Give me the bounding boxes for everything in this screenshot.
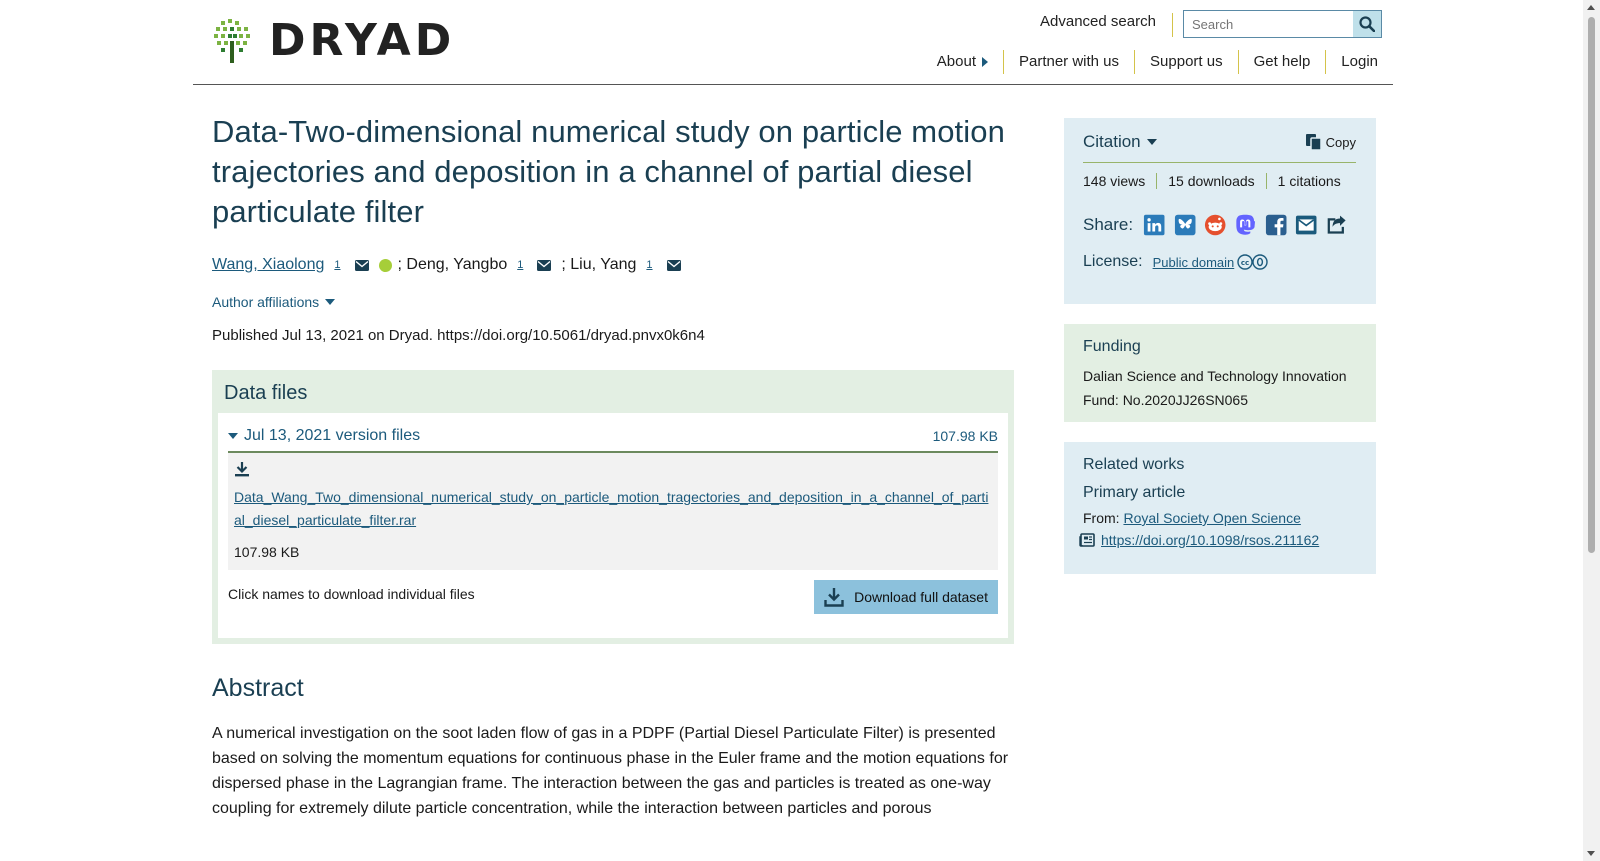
tree-logo-icon	[214, 18, 250, 63]
related-source: From: Royal Society Open Science	[1083, 510, 1356, 526]
journal-link[interactable]: Royal Society Open Science	[1123, 510, 1300, 526]
scroll-down-icon[interactable]	[1587, 851, 1595, 856]
version-label-text: Jul 13, 2021 version files	[244, 427, 421, 444]
newspaper-icon	[1079, 533, 1095, 547]
related-doi: https://doi.org/10.1098/rsos.211162	[1079, 532, 1356, 548]
author-name: Deng, Yangbo	[406, 256, 508, 273]
mastodon-icon[interactable]	[1234, 213, 1256, 237]
download-hint: Click names to download individual files	[228, 586, 475, 602]
chevron-down-icon	[228, 433, 238, 439]
publication-info: Published Jul 13, 2021 on Dryad. https:/…	[212, 327, 705, 344]
version-size: 107.98 KB	[932, 428, 998, 444]
nav-partner[interactable]: Partner with us	[1002, 50, 1134, 74]
citation-header: Citation Copy	[1083, 132, 1356, 163]
share-row: Share:	[1083, 213, 1356, 237]
email-share-icon[interactable]	[1295, 213, 1317, 237]
vertical-scrollbar[interactable]	[1583, 0, 1600, 861]
nav-about-label: About	[936, 53, 976, 70]
license-link[interactable]: Public domain	[1153, 255, 1235, 270]
metrics: 148 views 15 downloads 1 citations	[1083, 173, 1356, 189]
author-name: Liu, Yang	[570, 256, 637, 273]
page-title: Data-Two-dimensional numerical study on …	[212, 114, 1005, 229]
nav-login[interactable]: Login	[1325, 50, 1393, 74]
author-separator: ;	[397, 256, 402, 273]
facebook-icon[interactable]	[1265, 213, 1287, 237]
download-icon[interactable]	[234, 461, 250, 477]
file-item: Data_Wang_Two_dimensional_numerical_stud…	[228, 453, 998, 570]
reddit-icon[interactable]	[1204, 213, 1226, 237]
data-files-panel: Data files Jul 13, 2021 version files 10…	[212, 370, 1014, 644]
search-input[interactable]	[1184, 11, 1353, 37]
nav-about[interactable]: About	[922, 50, 1003, 74]
abstract-text: A numerical investigation on the soot la…	[212, 725, 1009, 817]
affiliation-ref[interactable]: 1	[646, 259, 652, 271]
author-name-link[interactable]: Wang, Xiaolong	[212, 256, 324, 274]
site-header: DRYAD Advanced search About Partner with…	[193, 0, 1393, 85]
nav-help[interactable]: Get help	[1237, 50, 1326, 74]
citations-count: 1 citations	[1265, 173, 1352, 189]
citation-title: Citation	[1083, 132, 1141, 151]
chevron-down-icon	[325, 299, 336, 305]
advanced-search-link[interactable]: Advanced search	[1040, 13, 1173, 37]
data-files-heading: Data files	[224, 382, 308, 404]
downloads-count: 15 downloads	[1156, 173, 1265, 189]
data-files-body: Jul 13, 2021 version files 107.98 KB Dat…	[218, 413, 1008, 638]
abstract-heading: Abstract	[212, 674, 304, 702]
bluesky-icon[interactable]	[1174, 213, 1196, 237]
download-dataset-label: Download full dataset	[854, 589, 988, 605]
author-affiliations-label: Author affiliations	[212, 294, 320, 310]
funding-heading: Funding	[1083, 338, 1141, 355]
share-icon[interactable]	[1326, 213, 1348, 237]
primary-article-heading: Primary article	[1083, 484, 1186, 501]
related-works-heading: Related works	[1083, 456, 1185, 473]
funding-text: Dalian Science and Technology Innovation…	[1083, 368, 1347, 408]
file-download-link[interactable]: Data_Wang_Two_dimensional_numerical_stud…	[234, 486, 992, 532]
scrollbar-thumb[interactable]	[1588, 17, 1595, 553]
search-button[interactable]	[1353, 11, 1381, 37]
author-list: Wang, Xiaolong 1 ; Deng, Yangbo 1 ; Liu,…	[212, 256, 1012, 274]
version-label: Jul 13, 2021 version files	[228, 427, 420, 445]
dryad-logo[interactable]: DRYAD	[213, 15, 455, 66]
related-works-panel: Related works Primary article From: Roya…	[1064, 442, 1376, 574]
download-icon	[824, 588, 844, 607]
nav-support[interactable]: Support us	[1134, 50, 1238, 74]
share-label: Share:	[1083, 215, 1134, 234]
copy-icon	[1305, 133, 1322, 151]
license-label: License:	[1083, 253, 1143, 270]
chevron-down-icon	[1146, 139, 1157, 145]
copy-label: Copy	[1325, 134, 1356, 150]
license-row: License: Public domain cc	[1083, 253, 1356, 271]
related-doi-link[interactable]: https://doi.org/10.1098/rsos.211162	[1101, 532, 1319, 548]
version-toggle[interactable]: Jul 13, 2021 version files 107.98 KB	[228, 427, 998, 453]
citation-toggle[interactable]: Citation	[1083, 132, 1157, 152]
affiliation-ref[interactable]: 1	[517, 259, 523, 271]
search-icon	[1359, 16, 1375, 32]
data-files-footer: Click names to download individual files…	[228, 580, 998, 614]
caret-right-icon	[981, 57, 988, 67]
views-count: 148 views	[1083, 173, 1146, 189]
download-dataset-button[interactable]: Download full dataset	[814, 580, 998, 614]
funding-panel: Funding Dalian Science and Technology In…	[1064, 324, 1376, 422]
svg-text:cc: cc	[1241, 259, 1249, 267]
citation-panel: Citation Copy 148 views 15 downloads 1 c…	[1064, 118, 1376, 304]
email-icon[interactable]	[537, 259, 552, 271]
logo-wordmark: DRYAD	[269, 15, 456, 66]
main-content: Data-Two-dimensional numerical study on …	[212, 112, 1014, 837]
author-separator: ;	[561, 256, 566, 273]
search-form	[1183, 10, 1382, 38]
orcid-icon[interactable]	[378, 258, 392, 272]
main-nav: About Partner with us Support us Get hel…	[922, 50, 1393, 74]
scroll-up-icon[interactable]	[1587, 5, 1595, 10]
linkedin-icon[interactable]	[1143, 213, 1165, 237]
file-size: 107.98 KB	[234, 544, 300, 560]
author-affiliations-toggle[interactable]: Author affiliations	[212, 294, 1012, 310]
copy-citation-button[interactable]: Copy	[1305, 133, 1356, 151]
affiliation-ref[interactable]: 1	[334, 259, 340, 271]
cc0-icon: cc	[1237, 254, 1268, 270]
email-icon[interactable]	[354, 259, 369, 271]
email-icon[interactable]	[666, 259, 681, 271]
from-label: From:	[1083, 510, 1120, 526]
